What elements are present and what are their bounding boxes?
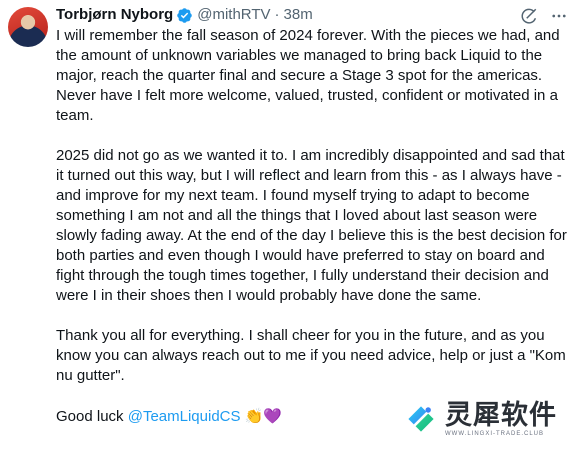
tweet-card: Torbjørn Nyborg @mithRTV · 38m I will re… [0,0,579,449]
author-handle[interactable]: @mithRTV [197,4,270,26]
separator-dot: · [274,6,280,23]
tweet-paragraph-3: Thank you all for everything. I shall ch… [56,327,570,384]
author-name[interactable]: Torbjørn Nyborg [56,4,173,26]
tweet-content: Torbjørn Nyborg @mithRTV · 38m I will re… [56,4,571,449]
avatar[interactable] [8,7,48,47]
watermark-title: 灵犀软件 [445,399,557,431]
more-icon[interactable] [549,6,569,26]
watermark-subtitle: WWW.LINGXI-TRADE.CLUB [445,430,545,437]
tweet-paragraph-1: I will remember the fall season of 2024 … [56,27,564,124]
tweet-header: Torbjørn Nyborg @mithRTV · 38m [56,4,571,26]
tweet-paragraph-2: 2025 did not go as we wanted it to. I am… [56,147,572,304]
tweet-body: I will remember the fall season of 2024 … [56,26,571,427]
closing-text: Good luck [56,408,128,425]
grok-icon[interactable] [519,6,539,26]
watermark-logo-icon [408,406,434,432]
verified-badge-icon [177,7,192,23]
timestamp[interactable]: 38m [284,4,313,26]
clapping-hands-emoji: 👏 [244,407,264,425]
header-actions [509,6,569,26]
watermark: 灵犀软件 WWW.LINGXI-TRADE.CLUB [397,397,563,441]
mention-link[interactable]: @TeamLiquidCS [128,408,241,425]
purple-heart-emoji: 💜 [263,407,283,425]
